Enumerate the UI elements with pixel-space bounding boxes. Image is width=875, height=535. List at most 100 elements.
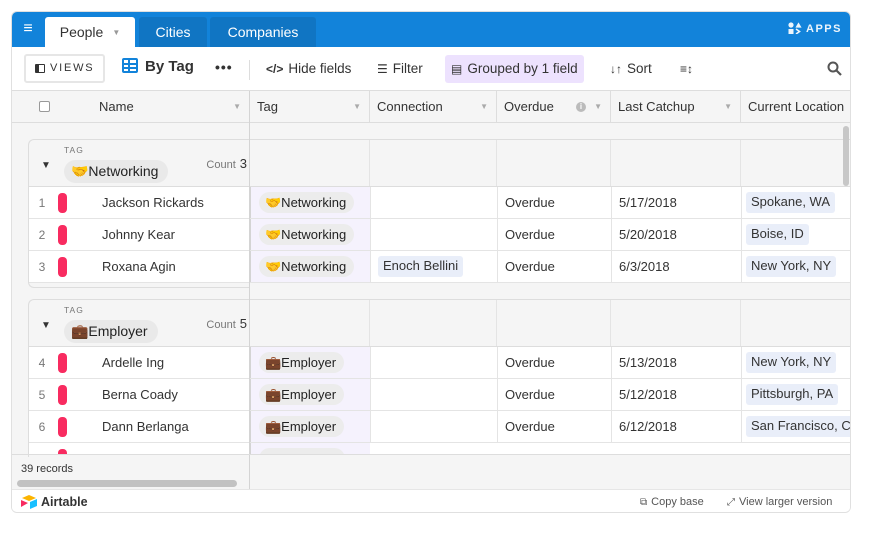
cell-overdue[interactable]: Overdue [497, 411, 611, 442]
table-row[interactable]: 3 Roxana Agin 🤝Networking Enoch Bellini Over… [28, 251, 850, 283]
cell-current-location[interactable]: New York, NY [741, 251, 850, 282]
group-button[interactable]: ▤ Grouped by 1 field [445, 55, 584, 83]
record-color-bar [58, 417, 67, 437]
embed-footer: Airtable ⧉ Copy base ⤢ View larger version [12, 489, 850, 512]
row-number: 1 [38, 196, 46, 210]
tag-chip: 🤝Networking [259, 256, 355, 277]
column-divider [740, 300, 741, 346]
horizontal-scrollbar[interactable] [17, 480, 237, 487]
chevron-down-icon[interactable]: ▼ [233, 91, 241, 123]
chevron-down-icon[interactable]: ▼ [594, 91, 602, 123]
airtable-logo[interactable]: Airtable [20, 495, 88, 509]
filter-label: Filter [392, 61, 423, 76]
chevron-down-icon[interactable]: ▼ [724, 91, 732, 123]
linked-record-chip[interactable]: Spokane, WA [746, 192, 836, 213]
column-header-tag[interactable]: Tag ▼ [250, 91, 370, 123]
table-row[interactable]: 2 Johnny Kear 🤝Networking Overdue 5/20/2018 B… [28, 219, 850, 251]
collapse-group-icon[interactable]: ▼ [41, 160, 51, 171]
cell-overdue[interactable]: Overdue [497, 187, 611, 218]
cell-last-catchup[interactable]: 5/20/2018 [611, 219, 741, 250]
cell-connection[interactable] [370, 379, 497, 410]
cell-last-catchup[interactable]: 6/3/2018 [611, 251, 741, 282]
cell-name[interactable]: Dann Berlanga [102, 411, 189, 443]
cell-current-location[interactable]: Spokane, WA [741, 187, 850, 218]
cell-current-location[interactable]: Boise, ID [741, 219, 850, 250]
column-header-current-location[interactable]: Current Location [741, 91, 850, 123]
airtable-logo-icon [21, 495, 37, 509]
cell-tag[interactable]: 🤝Networking [250, 219, 370, 250]
cell-last-catchup[interactable]: 5/13/2018 [611, 347, 741, 378]
cell-overdue[interactable]: Overdue [497, 219, 611, 250]
linked-record-chip[interactable]: Boise, ID [746, 224, 809, 245]
tab-cities[interactable]: Cities [139, 17, 207, 47]
cell-name[interactable]: Ardelle Ing [102, 347, 164, 379]
hide-fields-button[interactable]: </> Hide fields [260, 55, 357, 83]
cell-connection[interactable] [370, 347, 497, 378]
table-row[interactable]: 1 Jackson Rickards 🤝Networking Overdue 5/17/… [28, 187, 850, 219]
cell-tag[interactable]: 🤝Networking [250, 187, 370, 218]
group-card-bottom [28, 282, 250, 288]
cell-tag[interactable]: 💼Employer [250, 411, 370, 442]
tab-people[interactable]: People ▼ [45, 17, 135, 47]
cell-tag[interactable]: 🤝Networking [250, 251, 370, 282]
table-row[interactable]: 4 Ardelle Ing 💼Employer Overdue 5/13/2018 New… [28, 347, 850, 379]
table-row[interactable]: 6 Dann Berlanga 💼Employer Overdue 6/12/2018 S… [28, 411, 850, 443]
chevron-down-icon[interactable]: ▼ [112, 28, 120, 37]
cell-last-catchup[interactable]: 6/12/2018 [611, 411, 741, 442]
view-switcher[interactable]: By Tag [122, 58, 194, 75]
cell-name[interactable]: Jackson Rickards [102, 187, 204, 219]
cell-overdue[interactable]: Overdue [497, 347, 611, 378]
cell-connection[interactable] [370, 219, 497, 250]
cell-tag[interactable]: 💼Employer [250, 347, 370, 378]
vertical-scrollbar[interactable] [843, 126, 849, 186]
chevron-down-icon[interactable]: ▼ [480, 91, 488, 123]
apps-button[interactable]: APPS [788, 22, 842, 35]
grouped-label: Grouped by 1 field [467, 61, 578, 76]
cell-current-location[interactable]: New York, NY [741, 347, 850, 378]
column-header-last-catchup[interactable]: Last Catchup ▼ [611, 91, 741, 123]
cell-overdue[interactable]: Overdue [497, 251, 611, 282]
column-header-overdue[interactable]: Overdue i ▼ [497, 91, 611, 123]
cell-name[interactable]: Johnny Kear [102, 219, 175, 251]
views-label: VIEWS [50, 62, 95, 74]
view-larger-link[interactable]: ⤢ View larger version [727, 496, 832, 508]
views-button[interactable]: VIEWS [24, 54, 105, 83]
group-count: Count 5 [206, 316, 247, 331]
cell-last-catchup[interactable]: 5/12/2018 [611, 379, 741, 410]
linked-record-chip[interactable]: San Francisco, CA [746, 416, 850, 437]
linked-record-chip[interactable]: Enoch Bellini [378, 256, 464, 277]
grid-view-icon [122, 58, 138, 73]
group-field-label: TAG [64, 145, 84, 155]
cell-tag[interactable]: 💼Employer [250, 379, 370, 410]
cell-name[interactable]: Roxana Agin [102, 251, 176, 283]
search-icon[interactable] [827, 61, 842, 76]
cell-name[interactable]: Berna Coady [102, 379, 178, 411]
filter-button[interactable]: ☰ Filter [371, 55, 429, 83]
copy-base-link[interactable]: ⧉ Copy base [640, 496, 704, 508]
column-header-name[interactable]: Name ▼ [92, 91, 249, 123]
row-height-button[interactable]: ≡↕ [674, 55, 704, 83]
info-icon[interactable]: i [576, 102, 586, 112]
record-color-bar [58, 385, 67, 405]
tab-label: Companies [227, 24, 299, 40]
cell-current-location[interactable]: San Francisco, CA [741, 411, 850, 442]
sort-button[interactable]: ↓↑ Sort [604, 55, 658, 83]
cell-connection[interactable] [370, 187, 497, 218]
cell-overdue[interactable]: Overdue [497, 379, 611, 410]
collapse-group-icon[interactable]: ▼ [41, 320, 51, 331]
cell-connection[interactable]: Enoch Bellini [370, 251, 497, 282]
cell-connection[interactable] [370, 411, 497, 442]
eye-slash-icon: </> [266, 62, 284, 76]
view-more-options-button[interactable]: ••• [215, 59, 233, 75]
column-header-connection[interactable]: Connection ▼ [370, 91, 497, 123]
linked-record-chip[interactable]: New York, NY [746, 352, 837, 373]
table-row[interactable]: 5 Berna Coady 💼Employer Overdue 5/12/2018 Pit… [28, 379, 850, 411]
tab-companies[interactable]: Companies [210, 17, 316, 47]
cell-current-location[interactable]: Pittsburgh, PA [741, 379, 850, 410]
hamburger-menu-icon[interactable]: ≡ [20, 21, 36, 37]
linked-record-chip[interactable]: New York, NY [746, 256, 837, 277]
linked-record-chip[interactable]: Pittsburgh, PA [746, 384, 839, 405]
chevron-down-icon[interactable]: ▼ [353, 91, 361, 123]
cell-last-catchup[interactable]: 5/17/2018 [611, 187, 741, 218]
select-all-checkbox[interactable] [39, 101, 50, 112]
